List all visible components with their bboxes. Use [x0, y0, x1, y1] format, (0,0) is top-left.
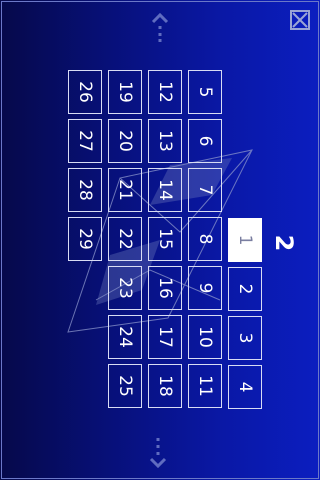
day-cell-selected[interactable]: 1: [228, 218, 262, 262]
day-cell[interactable]: 24: [108, 315, 142, 359]
day-cell[interactable]: 28: [68, 168, 102, 212]
day-cell[interactable]: 13: [148, 119, 182, 163]
day-cell[interactable]: 27: [68, 119, 102, 163]
day-cell[interactable]: 4: [228, 365, 262, 409]
month-label: 2: [270, 234, 298, 252]
day-cell[interactable]: 7: [188, 168, 222, 212]
day-cell[interactable]: 16: [148, 266, 182, 310]
day-cell[interactable]: 23: [108, 266, 142, 310]
day-cell[interactable]: 29: [68, 217, 102, 261]
day-cell[interactable]: 25: [108, 364, 142, 408]
day-cell[interactable]: 21: [108, 168, 142, 212]
day-cell[interactable]: 18: [148, 364, 182, 408]
day-cell[interactable]: 26: [68, 70, 102, 114]
day-cell[interactable]: 11: [188, 364, 222, 408]
day-cell[interactable]: 19: [108, 70, 142, 114]
day-cell[interactable]: 17: [148, 315, 182, 359]
day-cell[interactable]: 5: [188, 70, 222, 114]
day-cell[interactable]: 8: [188, 217, 222, 261]
day-cell[interactable]: 3: [228, 316, 262, 360]
day-cell[interactable]: 9: [188, 266, 222, 310]
day-cell[interactable]: 20: [108, 119, 142, 163]
day-cell[interactable]: 15: [148, 217, 182, 261]
day-cell[interactable]: 6: [188, 119, 222, 163]
day-cell[interactable]: 14: [148, 168, 182, 212]
day-cell[interactable]: 12: [148, 70, 182, 114]
day-cell[interactable]: 10: [188, 315, 222, 359]
day-cell[interactable]: 22: [108, 217, 142, 261]
calendar-grid: 2 1 2 3 4 5 6 7 8 9 10 11 12 13 14 15 16 17 18 19 20 21 22 23 2…: [0, 0, 320, 480]
day-cell[interactable]: 2: [228, 267, 262, 311]
calendar-screen: 2 1 2 3 4 5 6 7 8 9 10 11 12 13 14 15 16 17 18 19 20 21 22 23 2…: [0, 0, 320, 480]
